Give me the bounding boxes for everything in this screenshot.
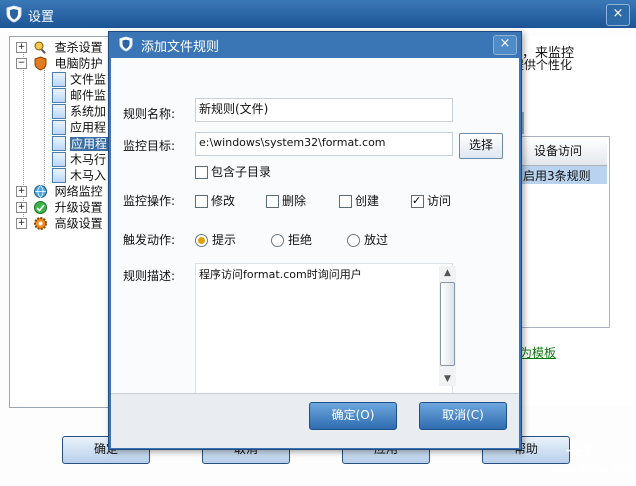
scroll-down-icon[interactable]: ▼ — [442, 374, 453, 384]
globe-icon — [33, 184, 48, 199]
tree-item-label: 木马行 — [70, 152, 107, 167]
tree-item-label: 邮件监 — [70, 88, 107, 103]
trigger-deny-radio[interactable]: 拒绝 — [271, 232, 312, 248]
dialog-close-button[interactable]: × — [493, 35, 517, 55]
watermark-logo: 卡卡 www.ikaka.com — [506, 440, 635, 475]
scroll-up-icon[interactable]: ▲ — [442, 268, 453, 278]
dialog-cancel-button[interactable]: 取消(C) — [419, 402, 507, 430]
tree-item-label: 文件监 — [70, 72, 107, 87]
checkbox-box[interactable] — [195, 166, 208, 179]
app-shield-icon — [6, 5, 22, 23]
trigger-allow-radio[interactable]: 放过 — [347, 232, 388, 248]
table-cell: 启用3条规则 — [523, 169, 591, 183]
tree-item-update-settings[interactable]: + 升级设置 — [16, 199, 103, 215]
gear-icon — [33, 216, 48, 231]
radio-dot[interactable] — [271, 234, 284, 247]
collapse-icon[interactable]: − — [16, 58, 27, 69]
checkbox-box-checked[interactable] — [411, 193, 424, 209]
description-scrollbar[interactable]: ▲ ▼ — [439, 266, 456, 386]
tree-item-network-monitor[interactable]: + 网络监控 — [16, 183, 103, 199]
tree-item-file-monitor[interactable]: 文件监 — [52, 71, 106, 87]
include-subdir-checkbox[interactable]: 包含子目录 — [195, 164, 271, 180]
trigger-prompt-label: 提示 — [212, 233, 237, 247]
rule-name-label: 规则名称: — [123, 107, 176, 121]
tree-item-trojan-behavior[interactable]: 木马行 — [52, 151, 106, 167]
operation-create-checkbox[interactable]: 创建 — [339, 193, 379, 209]
dialog-title: 添加文件规则 — [141, 40, 220, 55]
tree-item-trojan-intrusion[interactable]: 木马入 — [52, 167, 106, 183]
include-subdir-label: 包含子目录 — [211, 165, 272, 179]
operation-modify-label: 修改 — [211, 194, 236, 208]
tree-item-advanced-settings[interactable]: + 高级设置 — [16, 215, 103, 231]
tree-item-label: 查杀设置 — [54, 40, 103, 55]
dialog-title-bar: 添加文件规则 × — [109, 32, 521, 56]
dialog-ok-button[interactable]: 确定(O) — [309, 402, 397, 430]
tree-item-pc-protection[interactable]: − 电脑防护 — [16, 55, 103, 71]
magnifier-person-icon — [33, 40, 48, 55]
tree-item-label: 电脑防护 — [54, 56, 103, 71]
trigger-label: 触发动作: — [123, 233, 176, 247]
document-icon — [52, 72, 66, 87]
globe-check-icon — [33, 200, 48, 215]
operation-create-label: 创建 — [355, 194, 380, 208]
tree-item-label: 高级设置 — [54, 216, 103, 231]
operation-label: 监控操作: — [123, 194, 176, 208]
parent-window-title: 设置 — [28, 10, 55, 25]
rule-name-field[interactable]: 新规则(文件) — [195, 98, 453, 122]
tree-item-label: 网络监控 — [54, 184, 103, 199]
radio-dot-selected[interactable] — [195, 234, 208, 247]
target-path-field[interactable]: e:\windows\system32\format.com — [195, 132, 453, 156]
tree-item-app-control-1[interactable]: 应用程 — [52, 119, 106, 135]
column-header-device-access[interactable]: 设备访问 — [507, 137, 608, 165]
tree-item-scan-settings[interactable]: + 查杀设置 — [16, 39, 103, 55]
checkbox-box[interactable] — [195, 195, 208, 208]
operation-access-checkbox[interactable]: 访问 — [411, 193, 451, 209]
checkbox-box[interactable] — [266, 195, 279, 208]
expand-icon[interactable]: + — [16, 218, 27, 229]
watermark-brand: 卡卡 — [566, 445, 594, 461]
tree-item-label: 木马入 — [70, 168, 107, 183]
document-icon — [52, 120, 66, 135]
tree-item-mail-monitor[interactable]: 邮件监 — [52, 87, 106, 103]
document-icon — [52, 136, 66, 151]
description-label: 规则描述: — [123, 269, 176, 283]
tree-item-label: 应用程 — [70, 120, 107, 135]
shield-orange-icon — [33, 56, 48, 71]
watermark-url: www.ikaka.com — [550, 462, 636, 475]
parent-close-button[interactable]: × — [606, 4, 630, 26]
operation-delete-label: 删除 — [282, 194, 307, 208]
target-label: 监控目标: — [123, 139, 176, 153]
settings-tree: + 查杀设置 − 电脑防护 文件监 邮件监 系统加 应用程 应用程 木马行 木马… — [9, 36, 123, 408]
expand-icon[interactable]: + — [16, 186, 27, 197]
radio-dot[interactable] — [347, 234, 360, 247]
select-target-button[interactable]: 选择 — [459, 133, 503, 159]
tree-item-app-control-2[interactable]: 应用程 — [52, 135, 109, 151]
document-icon — [52, 152, 66, 167]
document-icon — [52, 104, 66, 119]
dialog-body: 规则名称: 新规则(文件) 监控目标: e:\windows\system32\… — [111, 58, 519, 448]
app-shield-icon — [119, 36, 133, 52]
tree-item-label: 应用程 — [70, 136, 109, 151]
document-icon — [52, 168, 66, 183]
scroll-thumb[interactable] — [440, 282, 455, 366]
expand-icon[interactable]: + — [16, 42, 27, 53]
document-icon — [52, 88, 66, 103]
expand-icon[interactable]: + — [16, 202, 27, 213]
parent-title-bar: 设置 × — [0, 0, 636, 28]
trigger-allow-label: 放过 — [364, 233, 389, 247]
tree-item-label: 系统加 — [70, 104, 107, 119]
operation-delete-checkbox[interactable]: 删除 — [266, 193, 306, 209]
tree-item-label: 升级设置 — [54, 200, 103, 215]
trigger-prompt-radio[interactable]: 提示 — [195, 232, 236, 248]
operation-modify-checkbox[interactable]: 修改 — [195, 193, 235, 209]
operation-access-label: 访问 — [427, 194, 452, 208]
add-file-rule-dialog: 添加文件规则 × 规则名称: 新规则(文件) 监控目标: e:\windows\… — [108, 31, 522, 450]
tree-item-system-hardening[interactable]: 系统加 — [52, 103, 106, 119]
trigger-deny-label: 拒绝 — [288, 233, 313, 247]
checkbox-box[interactable] — [339, 195, 352, 208]
